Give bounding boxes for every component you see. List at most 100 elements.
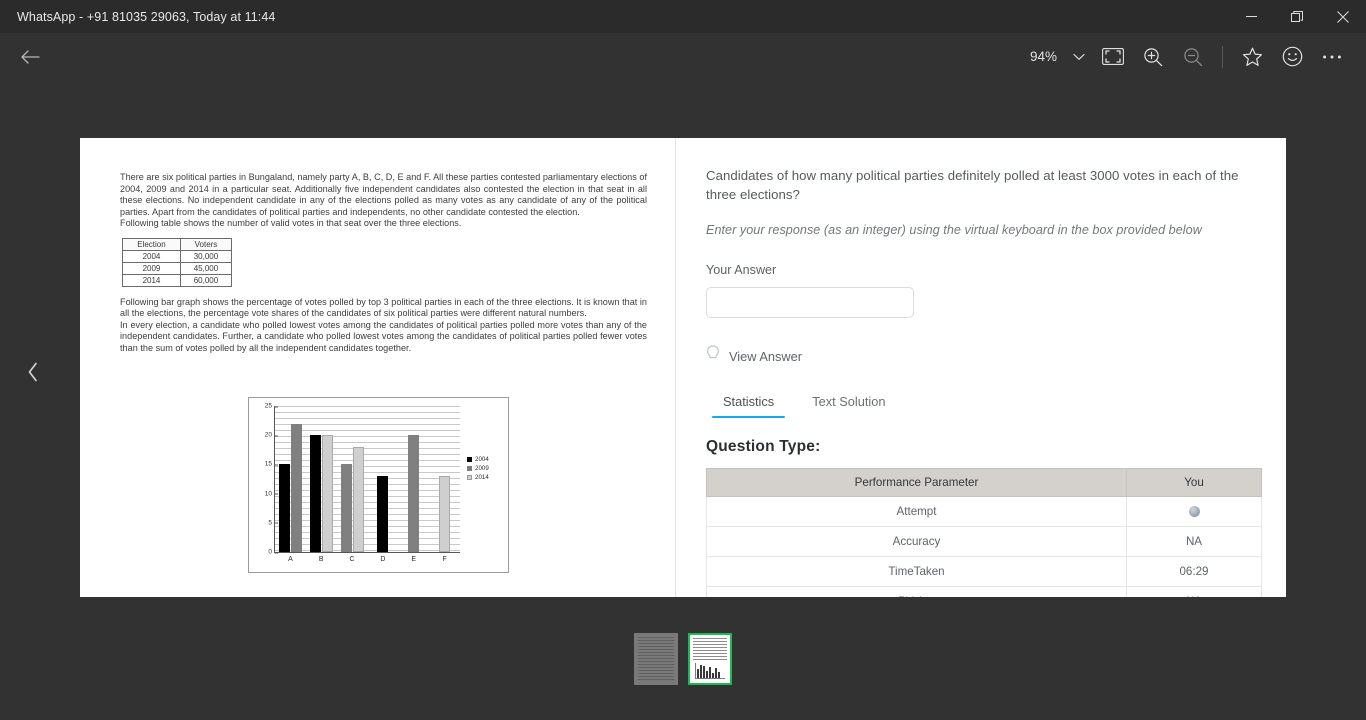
table-header-row: Election Voters bbox=[122, 237, 233, 251]
lightbulb-icon bbox=[706, 345, 720, 368]
more-options-icon[interactable] bbox=[1312, 37, 1352, 77]
toolbar-actions: 94% bbox=[1024, 37, 1352, 77]
cell-voters: 45,000 bbox=[179, 261, 233, 275]
minimize-button[interactable] bbox=[1228, 0, 1274, 33]
chevron-down-icon[interactable] bbox=[1065, 37, 1093, 77]
x-axis-tick: B bbox=[318, 556, 324, 563]
question-pane: Candidates of how many political parties… bbox=[676, 138, 1286, 597]
table-row: 2004 30,000 bbox=[122, 249, 233, 263]
answer-input[interactable] bbox=[706, 287, 914, 318]
chart-legend: 2004 2009 2014 bbox=[467, 456, 489, 481]
question-type-heading: Question Type: bbox=[706, 438, 821, 455]
back-arrow-icon[interactable] bbox=[17, 44, 43, 70]
viewer-toolbar: 94% bbox=[0, 33, 1366, 80]
stats-value-accuracy: NA bbox=[1126, 526, 1262, 557]
question-text: Candidates of how many political parties… bbox=[706, 168, 1239, 202]
bar-C-2014 bbox=[352, 446, 364, 552]
y-axis-tick: 0 bbox=[268, 549, 278, 556]
legend-swatch-icon bbox=[467, 466, 472, 471]
thumbnail-page-2[interactable] bbox=[688, 633, 732, 685]
window-title: WhatsApp - +91 81035 29063, Today at 11:… bbox=[17, 9, 276, 24]
star-icon[interactable] bbox=[1232, 37, 1272, 77]
fit-to-window-icon[interactable] bbox=[1093, 37, 1133, 77]
thumbnail-page-1[interactable] bbox=[634, 633, 678, 685]
x-axis-tick: C bbox=[349, 556, 355, 563]
stats-parameter-pvalue: PValue bbox=[706, 586, 1127, 597]
legend-item-2004: 2004 bbox=[467, 456, 489, 463]
cell-election: 2009 bbox=[122, 261, 181, 275]
x-axis-tick: F bbox=[442, 556, 447, 563]
zoom-in-icon[interactable] bbox=[1133, 37, 1173, 77]
result-tabs: Statistics Text Solution bbox=[712, 390, 1262, 418]
legend-swatch-icon bbox=[467, 457, 472, 462]
stats-parameter-timetaken: TimeTaken bbox=[706, 556, 1127, 587]
stats-value-pvalue: NA bbox=[1126, 586, 1262, 597]
votes-table: Election Voters 2004 30,000 2009 45,000 … bbox=[122, 237, 233, 287]
tab-text-solution[interactable]: Text Solution bbox=[801, 390, 896, 418]
bar-E-2009 bbox=[408, 435, 420, 552]
cell-voters: 60,000 bbox=[179, 273, 233, 287]
view-answer-label: View Answer bbox=[729, 349, 803, 364]
document-paragraph-3: In every election, a candidate who polle… bbox=[120, 319, 647, 353]
question-instruction: Enter your response (as an integer) usin… bbox=[706, 223, 1202, 237]
scanned-document-pane: There are six political parties in Bunga… bbox=[80, 138, 676, 597]
zoom-level-label[interactable]: 94% bbox=[1024, 45, 1063, 68]
bar-D-2004 bbox=[377, 476, 389, 552]
thumbnail-content bbox=[693, 638, 727, 661]
legend-item-2009: 2009 bbox=[467, 465, 489, 472]
x-axis-tick: A bbox=[288, 556, 293, 563]
zoom-out-icon[interactable] bbox=[1173, 37, 1213, 77]
window-controls bbox=[1228, 0, 1366, 33]
toolbar-separator bbox=[1222, 45, 1223, 68]
table-row: Attempt bbox=[706, 496, 1262, 527]
legend-label: 2009 bbox=[475, 465, 489, 472]
y-axis-tick: 20 bbox=[265, 432, 279, 439]
bar-A-2004 bbox=[278, 464, 290, 552]
stats-value-timetaken: 06:29 bbox=[1126, 556, 1262, 587]
previous-page-chevron-icon[interactable] bbox=[20, 358, 46, 386]
bar-B-2004 bbox=[309, 435, 321, 552]
y-axis-tick: 5 bbox=[268, 519, 278, 526]
cell-election: 2014 bbox=[122, 273, 181, 287]
document-page: There are six political parties in Bunga… bbox=[80, 138, 1286, 597]
stats-header-you: You bbox=[1126, 468, 1262, 497]
x-axis-tick: D bbox=[380, 556, 386, 563]
stats-header-row: Performance Parameter You bbox=[706, 468, 1262, 497]
bar-B-2014 bbox=[321, 435, 333, 552]
statistics-table: Performance Parameter You Attempt Accura… bbox=[706, 468, 1262, 597]
thumbnail-content bbox=[638, 637, 674, 681]
document-paragraph-2: Following bar graph shows the percentage… bbox=[120, 296, 647, 319]
x-axis-tick: E bbox=[411, 556, 417, 563]
table-row: 2014 60,000 bbox=[122, 273, 233, 287]
attempt-dot-icon bbox=[1188, 506, 1200, 518]
cell-voters: 30,000 bbox=[179, 249, 233, 263]
cell-election: 2004 bbox=[122, 249, 181, 263]
title-bar: WhatsApp - +91 81035 29063, Today at 11:… bbox=[0, 0, 1366, 33]
legend-label: 2014 bbox=[475, 474, 489, 481]
table-row: PValue NA bbox=[706, 586, 1262, 597]
legend-swatch-icon bbox=[467, 475, 472, 480]
document-paragraph-1: There are six political parties in Bunga… bbox=[120, 172, 647, 230]
y-axis-tick: 25 bbox=[265, 403, 279, 410]
table-header-voters: Voters bbox=[179, 237, 233, 251]
table-header-election: Election bbox=[122, 237, 181, 251]
emoji-icon[interactable] bbox=[1272, 37, 1312, 77]
table-row: 2009 45,000 bbox=[122, 261, 233, 275]
bar-F-2014 bbox=[439, 476, 451, 552]
bar-C-2009 bbox=[340, 464, 352, 552]
view-answer-row[interactable]: View Answer bbox=[706, 345, 1262, 368]
paragraph-1-body: There are six political parties in Bunga… bbox=[120, 172, 647, 217]
close-button[interactable] bbox=[1320, 0, 1366, 33]
y-axis-tick: 10 bbox=[265, 490, 279, 497]
table-row: Accuracy NA bbox=[706, 526, 1262, 557]
tab-statistics[interactable]: Statistics bbox=[712, 390, 786, 418]
stats-parameter-attempt: Attempt bbox=[706, 496, 1127, 527]
stats-header-parameter: Performance Parameter bbox=[706, 468, 1127, 497]
your-answer-label: Your Answer bbox=[706, 263, 777, 277]
restore-button[interactable] bbox=[1274, 0, 1320, 33]
stats-value-attempt bbox=[1126, 496, 1262, 527]
legend-item-2014: 2014 bbox=[467, 474, 489, 481]
table-row: TimeTaken 06:29 bbox=[706, 556, 1262, 587]
paragraph-1-last-line: Following table shows the number of vali… bbox=[120, 218, 462, 229]
bar-A-2009 bbox=[290, 423, 302, 552]
